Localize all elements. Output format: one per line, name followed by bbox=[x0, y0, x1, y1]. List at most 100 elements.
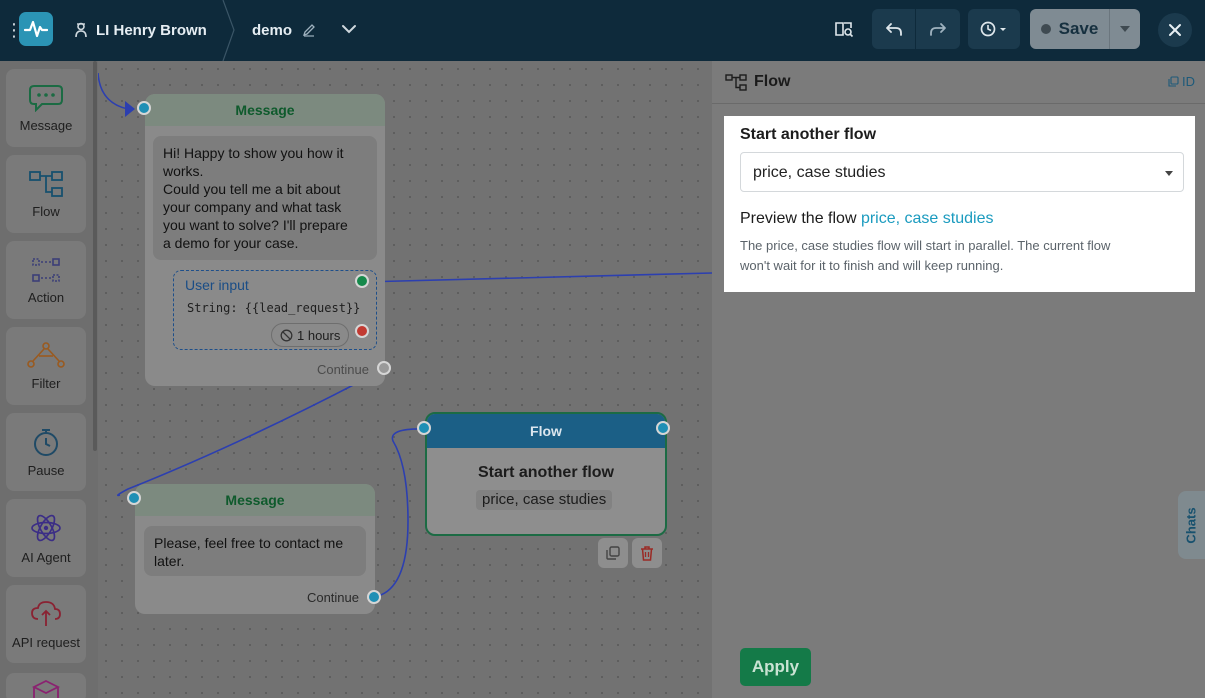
output-port[interactable] bbox=[355, 274, 369, 288]
message-line: later. bbox=[154, 553, 185, 569]
delete-node-button[interactable] bbox=[632, 538, 662, 568]
undo-icon[interactable] bbox=[872, 9, 916, 49]
timeout-value: 1 hours bbox=[297, 327, 341, 343]
node-title: Flow bbox=[427, 414, 665, 448]
description-line: won't wait for it to finish and will kee… bbox=[740, 258, 1004, 273]
panel-title: Flow bbox=[754, 73, 791, 90]
project-title: demo bbox=[252, 21, 293, 39]
palette-label: API request bbox=[12, 634, 80, 650]
timeout-port[interactable] bbox=[355, 324, 369, 338]
timeout-badge[interactable]: 1 hours bbox=[271, 323, 350, 347]
flow-select[interactable]: price, case studies bbox=[740, 152, 1184, 192]
message-line: works. bbox=[163, 163, 204, 179]
save-button-group: Save bbox=[1030, 9, 1140, 49]
message-node[interactable]: Message Hi! Happy to show you how it wor… bbox=[145, 94, 385, 386]
message-bubble[interactable]: Please, feel free to contact me later. bbox=[144, 526, 366, 576]
panel-header: Flow ID bbox=[712, 61, 1205, 104]
description-line: The price, case studies flow will start … bbox=[740, 238, 1111, 253]
palette-item-more[interactable] bbox=[6, 673, 86, 698]
user-input-label: User input bbox=[185, 277, 249, 293]
pulse-logo-icon[interactable] bbox=[19, 12, 53, 46]
output-port[interactable] bbox=[656, 421, 670, 435]
duplicate-node-button[interactable] bbox=[598, 538, 628, 568]
palette-label: Message bbox=[19, 117, 73, 133]
close-icon[interactable] bbox=[1158, 13, 1192, 47]
continue-port[interactable] bbox=[377, 361, 391, 375]
save-label: Save bbox=[1058, 19, 1099, 38]
message-line: your company and what task bbox=[163, 199, 342, 215]
palette-item-api-request[interactable]: API request bbox=[6, 585, 86, 663]
palette-item-pause[interactable]: Pause bbox=[6, 413, 86, 491]
palette-label: Pause bbox=[27, 462, 65, 478]
filter-icon bbox=[27, 341, 65, 368]
user-input-box[interactable]: User input String: {{lead_request}} 1 ho… bbox=[173, 270, 377, 350]
input-port[interactable] bbox=[417, 421, 431, 435]
continue-label: Continue bbox=[316, 362, 369, 377]
project-name[interactable]: demo bbox=[252, 18, 316, 42]
menu-dots-icon[interactable]: ⋮ bbox=[5, 18, 23, 42]
user-input-variable: String: {{lead_request}} bbox=[187, 301, 361, 315]
user-menu[interactable]: LI Henry Brown bbox=[74, 18, 207, 42]
message-line: Hi! Happy to show you how it bbox=[163, 145, 344, 161]
message-line: a demo for your case. bbox=[163, 235, 299, 251]
message-node[interactable]: Message Please, feel free to contact me … bbox=[135, 484, 375, 614]
flow-node-heading: Start another flow bbox=[477, 464, 614, 481]
node-settings-panel: Flow ID Start another flow price, case s… bbox=[712, 61, 1205, 698]
palette-item-message[interactable]: Message bbox=[6, 69, 86, 147]
save-dropdown-icon[interactable] bbox=[1110, 9, 1140, 49]
pencil-icon[interactable] bbox=[302, 23, 316, 37]
copy-id-button[interactable]: ID bbox=[1168, 74, 1195, 89]
flow-description: The price, case studies flow will start … bbox=[740, 236, 1180, 276]
preview-prefix: Preview the flow bbox=[740, 210, 857, 227]
flow-node[interactable]: Flow Start another flow price, case stud… bbox=[425, 412, 667, 536]
breadcrumb-separator bbox=[222, 0, 235, 61]
chat-icon bbox=[29, 84, 63, 112]
flow-icon bbox=[725, 74, 747, 91]
no-entry-icon bbox=[280, 329, 293, 341]
chats-label: Chats bbox=[1184, 506, 1199, 544]
palette-item-action[interactable]: Action bbox=[6, 241, 86, 319]
input-port[interactable] bbox=[127, 491, 141, 505]
flow-select-value: price, case studies bbox=[753, 164, 886, 181]
preview-flow-link[interactable]: price, case studies bbox=[861, 210, 994, 227]
atom-icon bbox=[31, 514, 61, 541]
cloud-icon bbox=[31, 600, 61, 626]
palette-label: Filter bbox=[31, 375, 61, 391]
book-icon[interactable] bbox=[826, 9, 862, 49]
history-icon[interactable] bbox=[968, 9, 1020, 49]
palette-scrollbar[interactable] bbox=[93, 61, 97, 451]
chevron-down-icon[interactable] bbox=[338, 18, 360, 40]
stopwatch-icon bbox=[34, 428, 58, 456]
message-line: Could you tell me a bit about bbox=[163, 181, 341, 197]
palette-item-flow[interactable]: Flow bbox=[6, 155, 86, 233]
id-label: ID bbox=[1182, 74, 1195, 89]
continue-label: Continue bbox=[306, 590, 359, 605]
user-icon bbox=[75, 22, 87, 38]
palette-item-ai-agent[interactable]: AI Agent bbox=[6, 499, 86, 577]
palette-label: AI Agent bbox=[21, 549, 71, 565]
flow-canvas[interactable]: Message Hi! Happy to show you how it wor… bbox=[98, 61, 712, 698]
field-label: Start another flow bbox=[740, 126, 877, 143]
message-line: Please, feel free to contact me bbox=[154, 535, 344, 551]
palette-label: Flow bbox=[32, 203, 60, 219]
save-button[interactable]: Save bbox=[1030, 9, 1110, 49]
message-bubble[interactable]: Hi! Happy to show you how it works. Coul… bbox=[153, 136, 377, 260]
palette-label: Action bbox=[27, 289, 65, 305]
flow-icon bbox=[29, 170, 63, 197]
action-icon bbox=[32, 257, 60, 282]
preview-line: Preview the flow price, case studies bbox=[740, 210, 993, 228]
node-palette: Message Flow Action Filter Pause AI Agen… bbox=[0, 61, 98, 698]
node-title: Message bbox=[145, 94, 385, 126]
redo-icon[interactable] bbox=[916, 9, 960, 49]
top-bar: ⋮ LI Henry Brown demo Save bbox=[0, 0, 1205, 61]
input-port[interactable] bbox=[137, 101, 151, 115]
unsaved-dot-icon bbox=[1040, 24, 1051, 34]
copy-icon bbox=[606, 546, 620, 560]
palette-item-filter[interactable]: Filter bbox=[6, 327, 86, 405]
caret-down-icon bbox=[1165, 171, 1173, 176]
copy-icon bbox=[1168, 76, 1179, 87]
apply-button[interactable]: Apply bbox=[740, 648, 811, 686]
continue-port[interactable] bbox=[367, 590, 381, 604]
undo-redo-group bbox=[872, 9, 960, 49]
chats-tab[interactable]: Chats bbox=[1178, 491, 1205, 559]
